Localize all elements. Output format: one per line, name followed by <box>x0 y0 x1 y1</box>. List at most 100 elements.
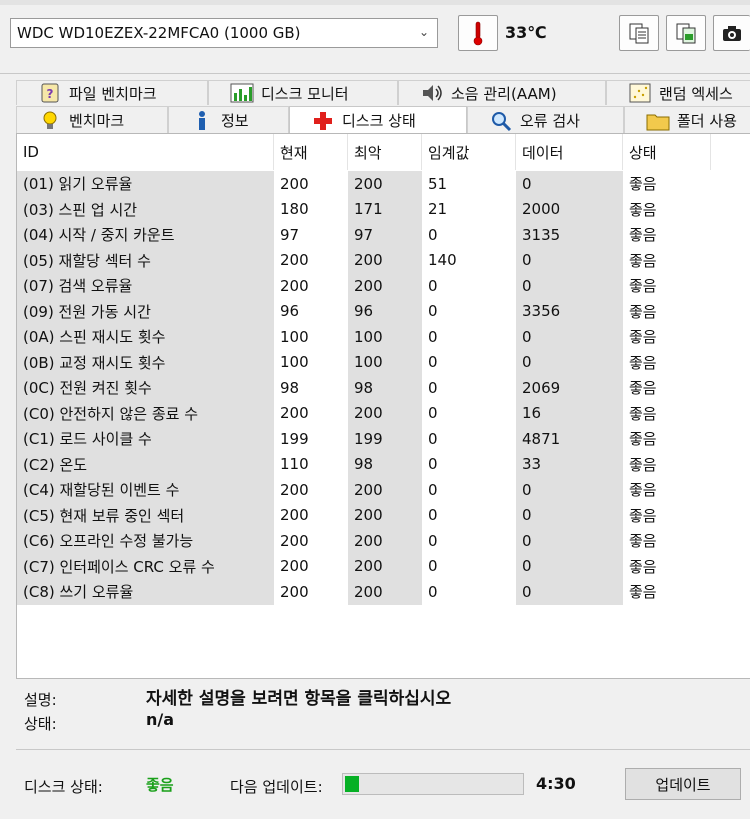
cell-current: 97 <box>280 225 300 244</box>
tab-benchmark[interactable]: 벤치마크 <box>16 106 168 134</box>
tab-random-access[interactable]: 랜덤 엑세스 <box>606 80 750 105</box>
cell-status: 좋음 <box>629 175 657 194</box>
column-header-current[interactable]: 현재 <box>274 134 348 170</box>
cell-worst: 98 <box>348 375 422 401</box>
cell-current: 200 <box>280 506 309 525</box>
cell-threshold: 51 <box>428 174 448 193</box>
table-row[interactable]: (05) 재할당 섹터 수 200 200 140 0 좋음 <box>17 247 750 273</box>
table-row[interactable]: (09) 전원 가동 시간 96 96 0 3356 좋음 <box>17 298 750 324</box>
column-header-worst[interactable]: 최악 <box>348 134 422 170</box>
tab-label: 디스크 상태 <box>342 112 416 130</box>
table-row[interactable]: (C8) 쓰기 오류율 200 200 0 0 좋음 <box>17 579 750 605</box>
cell-id: (C5) 현재 보류 중인 섹터 <box>17 502 274 528</box>
table-row[interactable]: (01) 읽기 오류율 200 200 51 0 좋음 <box>17 171 750 197</box>
cell-data: 0 <box>516 502 623 528</box>
table-row[interactable]: (C4) 재할당된 이벤트 수 200 200 0 0 좋음 <box>17 477 750 503</box>
cell-threshold: 0 <box>428 557 438 576</box>
cell-id: (C2) 온도 <box>17 451 274 477</box>
cell-status: 좋음 <box>629 302 657 321</box>
update-button[interactable]: 업데이트 <box>625 768 741 800</box>
cell-status: 좋음 <box>629 481 657 500</box>
copy-text-button[interactable] <box>619 15 659 51</box>
tab-row-top: ? 파일 벤치마크 디스크 모니터 소음 관리(AAM) 랜덤 엑세스 <box>16 80 750 105</box>
cell-threshold: 0 <box>428 429 438 448</box>
cell-status: 좋음 <box>629 506 657 525</box>
tab-file-benchmark[interactable]: ? 파일 벤치마크 <box>16 80 208 105</box>
cell-id: (0C) 전원 켜진 횟수 <box>17 375 274 401</box>
tab-error-scan[interactable]: 오류 검사 <box>467 106 624 134</box>
table-row[interactable]: (04) 시작 / 중지 카운트 97 97 0 3135 좋음 <box>17 222 750 248</box>
tab-label: 폴더 사용 <box>677 112 737 130</box>
drive-select[interactable]: WDC WD10EZEX-22MFCA0 (1000 GB) ⌄ <box>10 18 438 48</box>
table-row[interactable]: (C5) 현재 보류 중인 섹터 200 200 0 0 좋음 <box>17 502 750 528</box>
table-row[interactable]: (0B) 교정 재시도 횟수 100 100 0 0 좋음 <box>17 349 750 375</box>
cell-id: (04) 시작 / 중지 카운트 <box>17 222 274 248</box>
chevron-down-icon: ⌄ <box>418 25 429 39</box>
cell-data: 0 <box>516 247 623 273</box>
speaker-icon <box>419 83 445 103</box>
cell-threshold: 0 <box>428 506 438 525</box>
cell-current: 200 <box>280 404 309 423</box>
table-row[interactable]: (C0) 안전하지 않은 종료 수 200 200 0 16 좋음 <box>17 400 750 426</box>
divider <box>16 749 750 750</box>
smart-table[interactable]: ID 현재 최악 임계값 데이터 상태 (01) 읽기 오류율 200 200 51 0… <box>16 133 750 679</box>
cell-id: (09) 전원 가동 시간 <box>17 298 274 324</box>
temperature-button[interactable] <box>458 15 498 51</box>
cell-current: 200 <box>280 174 309 193</box>
disk-status-label: 디스크 상태: <box>24 778 103 796</box>
tab-disk-status[interactable]: 디스크 상태 <box>289 106 467 134</box>
cell-data: 0 <box>516 273 623 299</box>
tab-label: 랜덤 엑세스 <box>659 84 733 103</box>
thermometer-icon <box>473 21 483 46</box>
column-header-threshold[interactable]: 임계값 <box>422 134 516 170</box>
attribute-status-value: n/a <box>146 710 175 729</box>
update-progress-fill <box>345 776 360 792</box>
table-row[interactable]: (03) 스핀 업 시간 180 171 21 2000 좋음 <box>17 196 750 222</box>
cell-id: (07) 검색 오류율 <box>17 273 274 299</box>
cell-worst: 200 <box>348 579 422 605</box>
table-row[interactable]: (0C) 전원 켜진 횟수 98 98 0 2069 좋음 <box>17 375 750 401</box>
table-row[interactable]: (C6) 오프라인 수정 불가능 200 200 0 0 좋음 <box>17 528 750 554</box>
cell-status: 좋음 <box>629 226 657 245</box>
cell-data: 0 <box>516 171 623 197</box>
cell-data: 33 <box>516 451 623 477</box>
column-header-status[interactable]: 상태 <box>623 134 711 170</box>
table-row[interactable]: (0A) 스핀 재시도 횟수 100 100 0 0 좋음 <box>17 324 750 350</box>
table-row[interactable]: (C7) 인터페이스 CRC 오류 수 200 200 0 0 좋음 <box>17 553 750 579</box>
tab-disk-monitor[interactable]: 디스크 모니터 <box>208 80 398 105</box>
cell-current: 180 <box>280 200 309 219</box>
cell-id: (0B) 교정 재시도 횟수 <box>17 349 274 375</box>
copy-image-button[interactable] <box>666 15 706 51</box>
update-progress-bar <box>342 773 524 795</box>
cell-status: 좋음 <box>629 353 657 372</box>
screenshot-button[interactable] <box>713 15 750 51</box>
tab-label: 소음 관리(AAM) <box>451 84 557 103</box>
info-icon <box>189 110 215 132</box>
tab-label: 벤치마크 <box>69 112 125 130</box>
table-row[interactable]: (07) 검색 오류율 200 200 0 0 좋음 <box>17 273 750 299</box>
table-row[interactable]: (C2) 온도 110 98 0 33 좋음 <box>17 451 750 477</box>
cell-data: 3356 <box>516 298 623 324</box>
column-header-id[interactable]: ID <box>17 134 274 170</box>
cell-threshold: 0 <box>428 353 438 372</box>
table-row[interactable]: (C1) 로드 사이클 수 199 199 0 4871 좋음 <box>17 426 750 452</box>
cell-data: 0 <box>516 579 623 605</box>
cell-worst: 97 <box>348 222 422 248</box>
tab-noise-management[interactable]: 소음 관리(AAM) <box>398 80 606 105</box>
tab-folder-usage[interactable]: 폴더 사용 <box>624 106 750 134</box>
cell-threshold: 0 <box>428 225 438 244</box>
cell-worst: 200 <box>348 477 422 503</box>
copy-image-icon <box>676 23 696 44</box>
cell-worst: 200 <box>348 247 422 273</box>
cell-data: 0 <box>516 324 623 350</box>
cell-data: 3135 <box>516 222 623 248</box>
tab-info[interactable]: 정보 <box>168 106 289 134</box>
cell-status: 좋음 <box>629 328 657 347</box>
cell-current: 200 <box>280 251 309 270</box>
cell-data: 2000 <box>516 196 623 222</box>
tab-label: 디스크 모니터 <box>261 84 349 103</box>
drive-select-value: WDC WD10EZEX-22MFCA0 (1000 GB) <box>17 24 301 42</box>
toolbar: WDC WD10EZEX-22MFCA0 (1000 GB) ⌄ 33℃ <box>0 0 750 74</box>
file-benchmark-icon: ? <box>37 83 63 103</box>
column-header-data[interactable]: 데이터 <box>516 134 623 170</box>
